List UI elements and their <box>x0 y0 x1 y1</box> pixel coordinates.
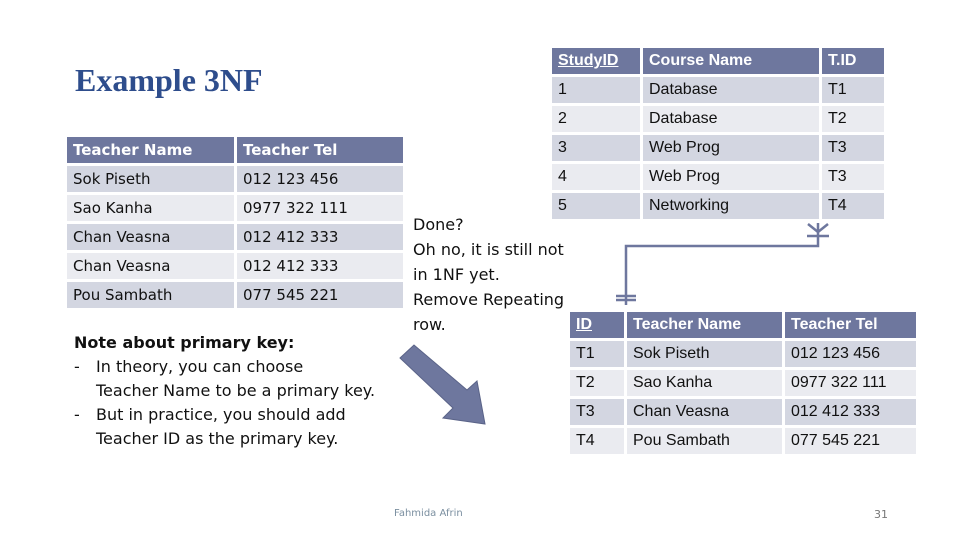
diagram-overlay <box>399 223 829 425</box>
page-number: 31 <box>874 508 888 521</box>
relationship-connector <box>616 223 829 305</box>
footer-author: Fahmida Afrin <box>394 508 463 519</box>
crows-foot-icon <box>807 223 819 233</box>
block-arrow-icon <box>399 344 486 425</box>
crows-foot-icon <box>817 223 829 233</box>
connector-line <box>624 232 820 305</box>
